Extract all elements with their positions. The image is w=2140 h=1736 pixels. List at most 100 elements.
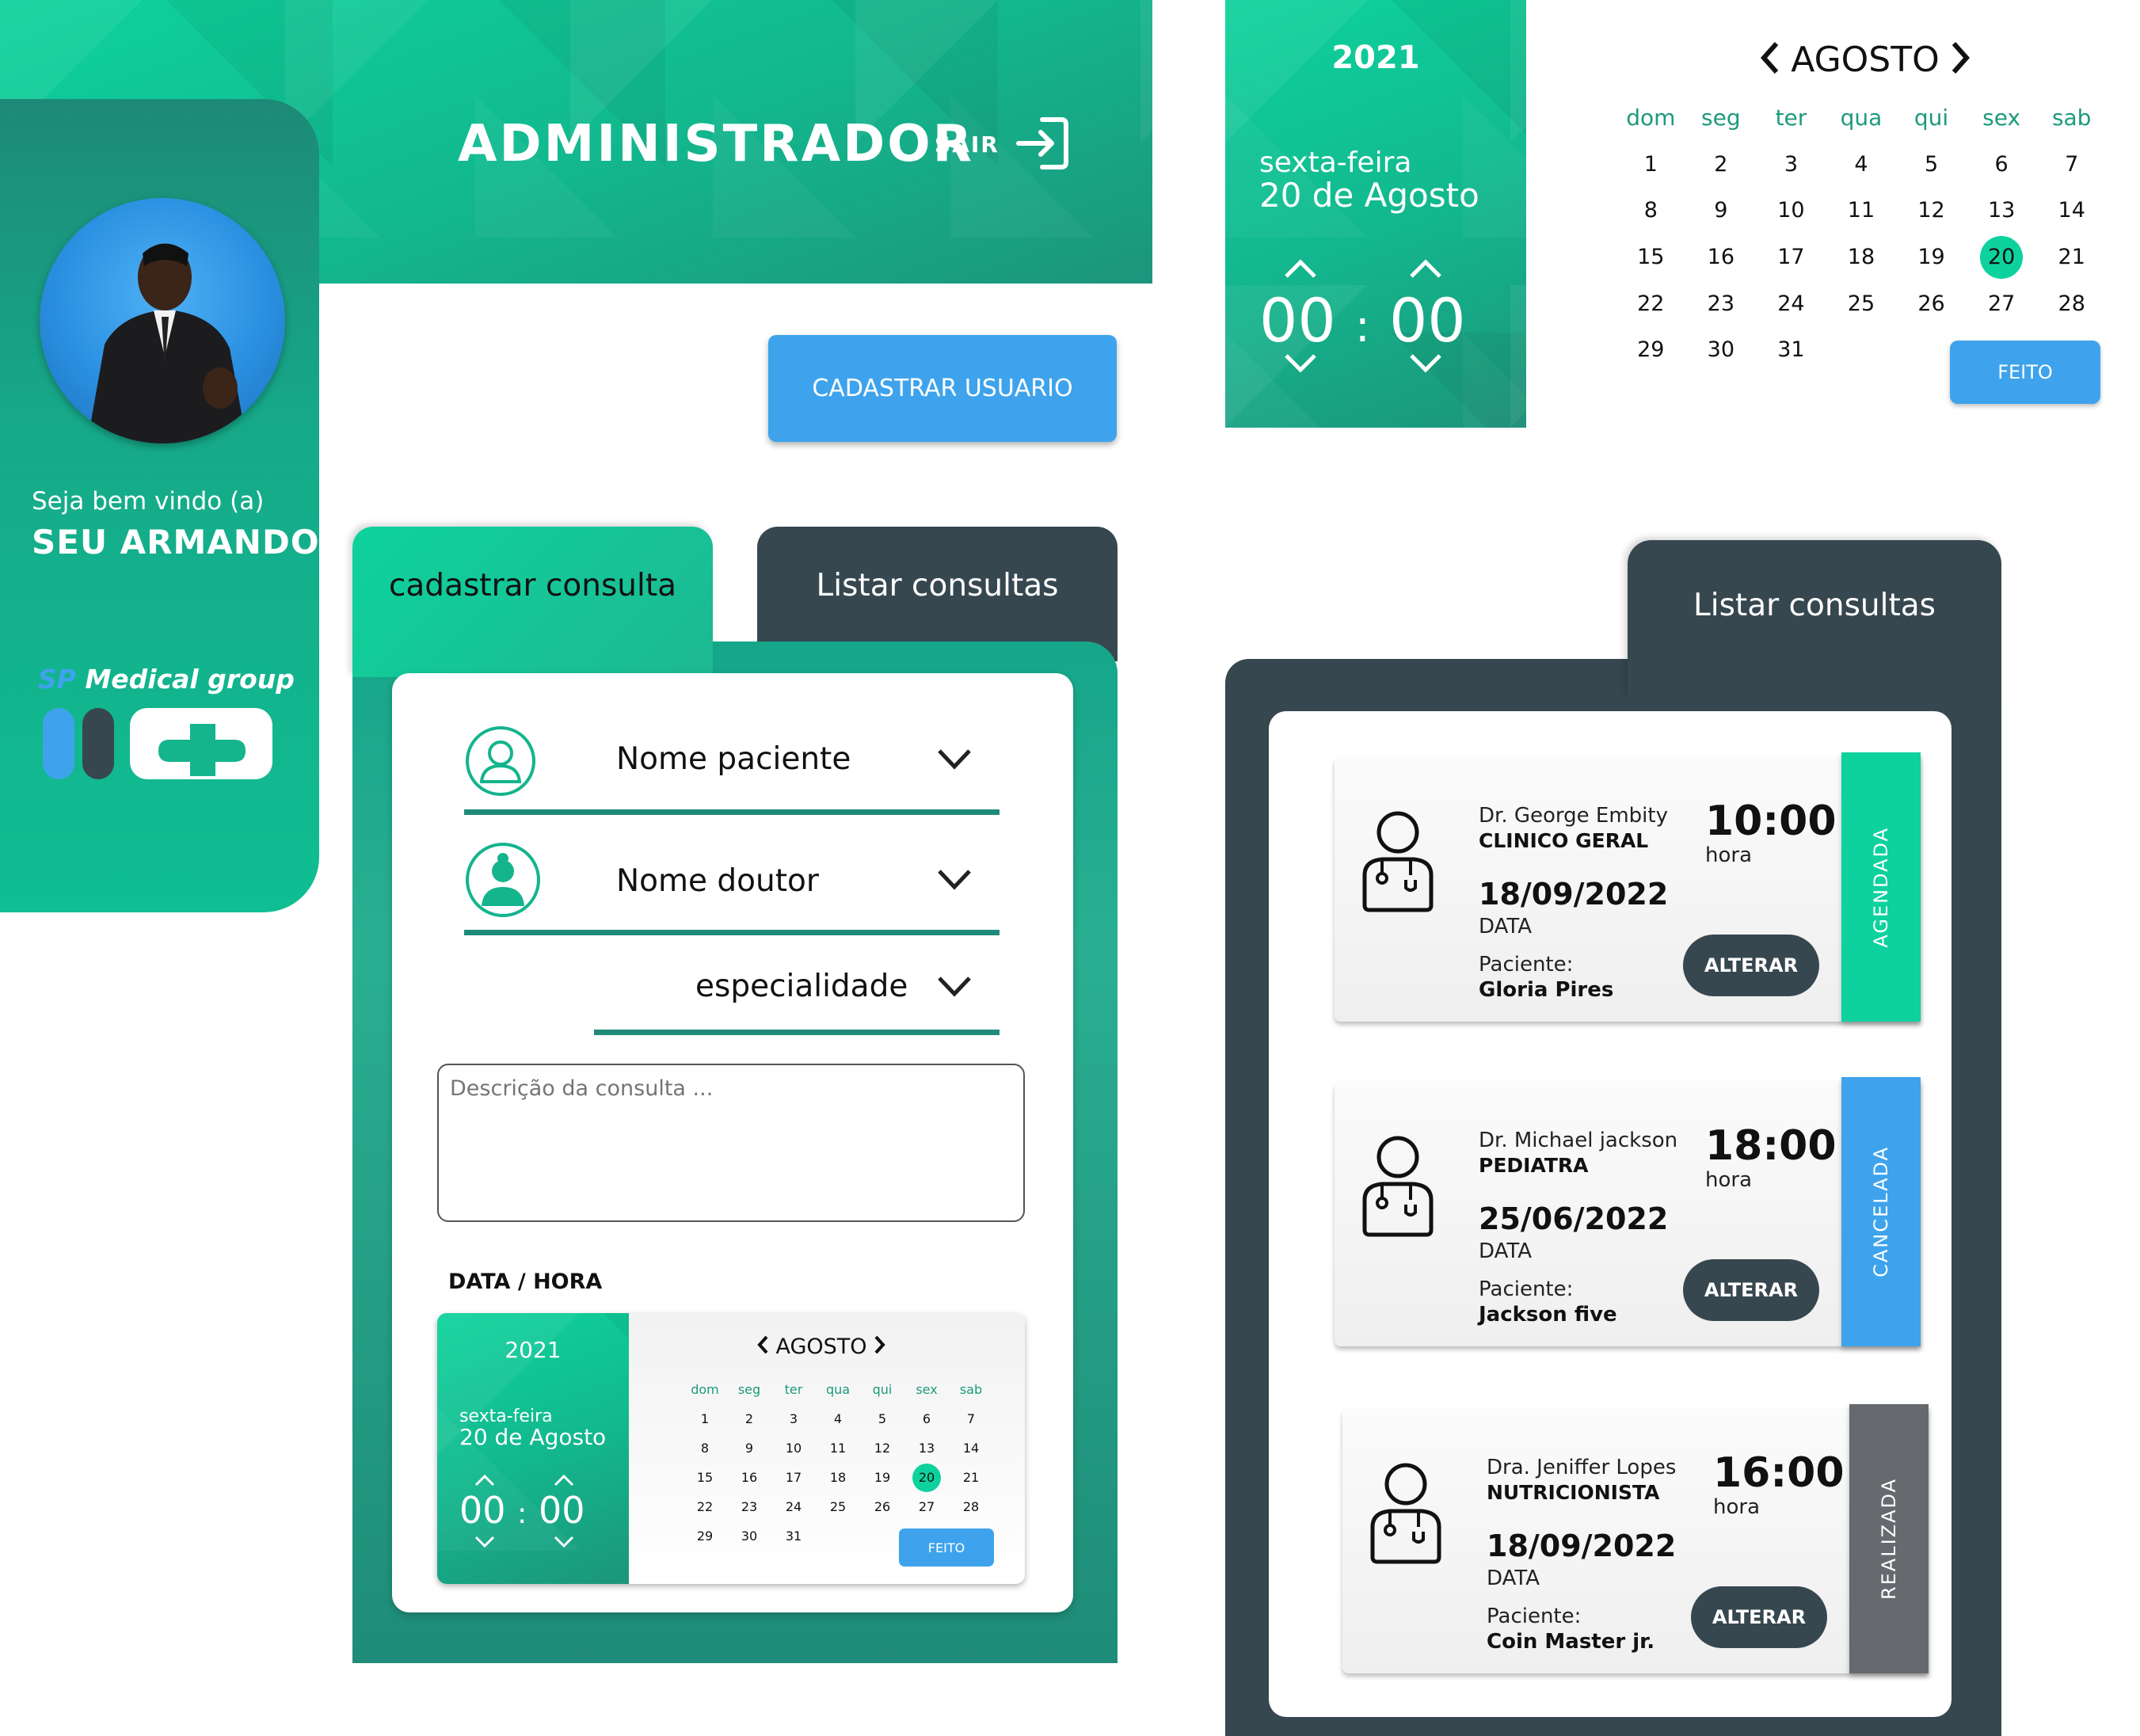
mini-day[interactable]: 5 — [868, 1405, 897, 1433]
minute-value[interactable]: 00 — [1389, 285, 1466, 356]
mini-day[interactable]: 12 — [868, 1434, 897, 1463]
day[interactable]: 17 — [1769, 236, 1812, 279]
mini-day[interactable]: 7 — [957, 1405, 985, 1433]
day[interactable]: 5 — [1910, 143, 1953, 186]
mini-day[interactable]: 3 — [779, 1405, 808, 1433]
hour-value[interactable]: 00 — [1259, 285, 1336, 356]
day[interactable]: 2 — [1700, 143, 1742, 186]
day[interactable]: 23 — [1700, 283, 1742, 326]
day-cell: 14 — [2036, 188, 2107, 234]
register-user-button[interactable]: CADASTRAR USUARIO — [768, 335, 1117, 442]
mini-day[interactable]: 17 — [779, 1464, 808, 1492]
day[interactable]: 26 — [1910, 283, 1953, 326]
alter-button[interactable]: ALTERAR — [1683, 935, 1819, 996]
mini-day[interactable]: 8 — [691, 1434, 719, 1463]
day[interactable]: 12 — [1910, 189, 1953, 232]
mini-day[interactable]: 27 — [912, 1493, 941, 1521]
mini-hour-down-icon[interactable] — [474, 1535, 496, 1552]
mini-day[interactable]: 13 — [912, 1434, 941, 1463]
mini-day[interactable]: 24 — [779, 1493, 808, 1521]
day[interactable]: 19 — [1910, 236, 1953, 279]
day[interactable]: 18 — [1840, 236, 1883, 279]
day[interactable]: 9 — [1700, 189, 1742, 232]
mini-day-selected[interactable]: 20 — [912, 1463, 941, 1492]
mini-hour-up-icon[interactable] — [474, 1473, 496, 1490]
doctor-field[interactable]: Nome doutor — [464, 841, 1000, 935]
day[interactable]: 28 — [2051, 283, 2093, 326]
mini-minute-down-icon[interactable] — [553, 1535, 575, 1552]
mini-day[interactable]: 22 — [691, 1493, 719, 1521]
day[interactable]: 27 — [1980, 283, 2023, 326]
mini-day[interactable]: 9 — [735, 1434, 763, 1463]
day[interactable]: 13 — [1980, 189, 2023, 232]
day[interactable]: 24 — [1769, 283, 1812, 326]
doctor-chevron-down-icon[interactable] — [936, 868, 973, 895]
alter-button[interactable]: ALTERAR — [1683, 1259, 1819, 1321]
day[interactable]: 1 — [1629, 143, 1672, 186]
patient-field[interactable]: Nome paciente — [464, 721, 1000, 815]
next-month-icon[interactable] — [1951, 40, 1971, 78]
day[interactable]: 31 — [1769, 329, 1812, 371]
minute-down-icon[interactable] — [1408, 352, 1443, 378]
day[interactable]: 25 — [1840, 283, 1883, 326]
day[interactable]: 7 — [2051, 143, 2093, 186]
mini-day[interactable]: 28 — [957, 1493, 985, 1521]
mini-day[interactable]: 25 — [824, 1493, 852, 1521]
mini-date: 20 de Agosto — [459, 1424, 607, 1450]
mini-day[interactable]: 14 — [957, 1434, 985, 1463]
day[interactable]: 22 — [1629, 283, 1672, 326]
mini-day[interactable]: 29 — [691, 1522, 719, 1551]
mini-day[interactable]: 21 — [957, 1464, 985, 1492]
description-textarea[interactable] — [437, 1064, 1025, 1222]
day-cell: 4 — [1826, 142, 1897, 188]
day[interactable]: 6 — [1980, 143, 2023, 186]
weekday-label: qui — [1913, 105, 1949, 131]
done-button[interactable]: FEITO — [1950, 341, 2100, 404]
day[interactable]: 29 — [1629, 329, 1672, 371]
mini-day[interactable]: 31 — [779, 1522, 808, 1551]
day[interactable]: 8 — [1629, 189, 1672, 232]
mini-day[interactable]: 2 — [735, 1405, 763, 1433]
tab-list[interactable]: Listar consultas — [1628, 540, 2001, 699]
mini-minute-value[interactable]: 00 — [539, 1489, 585, 1532]
minute-up-icon[interactable] — [1408, 257, 1443, 283]
tab-register-label: cadastrar consulta — [388, 568, 677, 603]
mini-done-button[interactable]: FEITO — [899, 1529, 994, 1567]
mini-day[interactable]: 11 — [824, 1434, 852, 1463]
specialty-field[interactable]: especialidade — [594, 954, 1000, 1035]
day-selected[interactable]: 20 — [1980, 236, 2024, 280]
mini-day[interactable]: 19 — [868, 1464, 897, 1492]
mini-day[interactable]: 23 — [735, 1493, 763, 1521]
day[interactable]: 21 — [2051, 236, 2093, 279]
mini-day[interactable]: 30 — [735, 1522, 763, 1551]
day[interactable]: 4 — [1840, 143, 1883, 186]
day[interactable]: 15 — [1629, 236, 1672, 279]
mini-next-month-icon[interactable] — [874, 1334, 886, 1358]
mini-day[interactable]: 10 — [779, 1434, 808, 1463]
mini-day[interactable]: 1 — [691, 1405, 719, 1433]
day[interactable]: 3 — [1769, 143, 1812, 186]
day[interactable]: 11 — [1840, 189, 1883, 232]
specialty-chevron-down-icon[interactable] — [936, 975, 973, 1002]
tab-register[interactable]: cadastrar consulta — [352, 527, 713, 677]
mini-day[interactable]: 4 — [824, 1405, 852, 1433]
mini-day[interactable]: 26 — [868, 1493, 897, 1521]
mini-day[interactable]: 6 — [912, 1405, 941, 1433]
day[interactable]: 14 — [2051, 189, 2093, 232]
mini-prev-month-icon[interactable] — [756, 1334, 769, 1358]
hour-down-icon[interactable] — [1283, 352, 1318, 378]
mini-minute-up-icon[interactable] — [553, 1473, 575, 1490]
mini-hour-value[interactable]: 00 — [459, 1489, 506, 1532]
hour-up-icon[interactable] — [1283, 257, 1318, 283]
mini-day[interactable]: 18 — [824, 1464, 852, 1492]
patient-chevron-down-icon[interactable] — [936, 748, 973, 775]
day[interactable]: 16 — [1700, 236, 1742, 279]
logout-button[interactable]: SAIR — [935, 115, 1071, 174]
day[interactable]: 10 — [1769, 189, 1812, 232]
mini-day[interactable]: 15 — [691, 1464, 719, 1492]
mini-day[interactable]: 16 — [735, 1464, 763, 1492]
alter-button[interactable]: ALTERAR — [1691, 1586, 1827, 1648]
day[interactable]: 30 — [1700, 329, 1742, 371]
prev-month-icon[interactable] — [1759, 40, 1780, 78]
mini-day-cell: 23 — [727, 1492, 771, 1521]
